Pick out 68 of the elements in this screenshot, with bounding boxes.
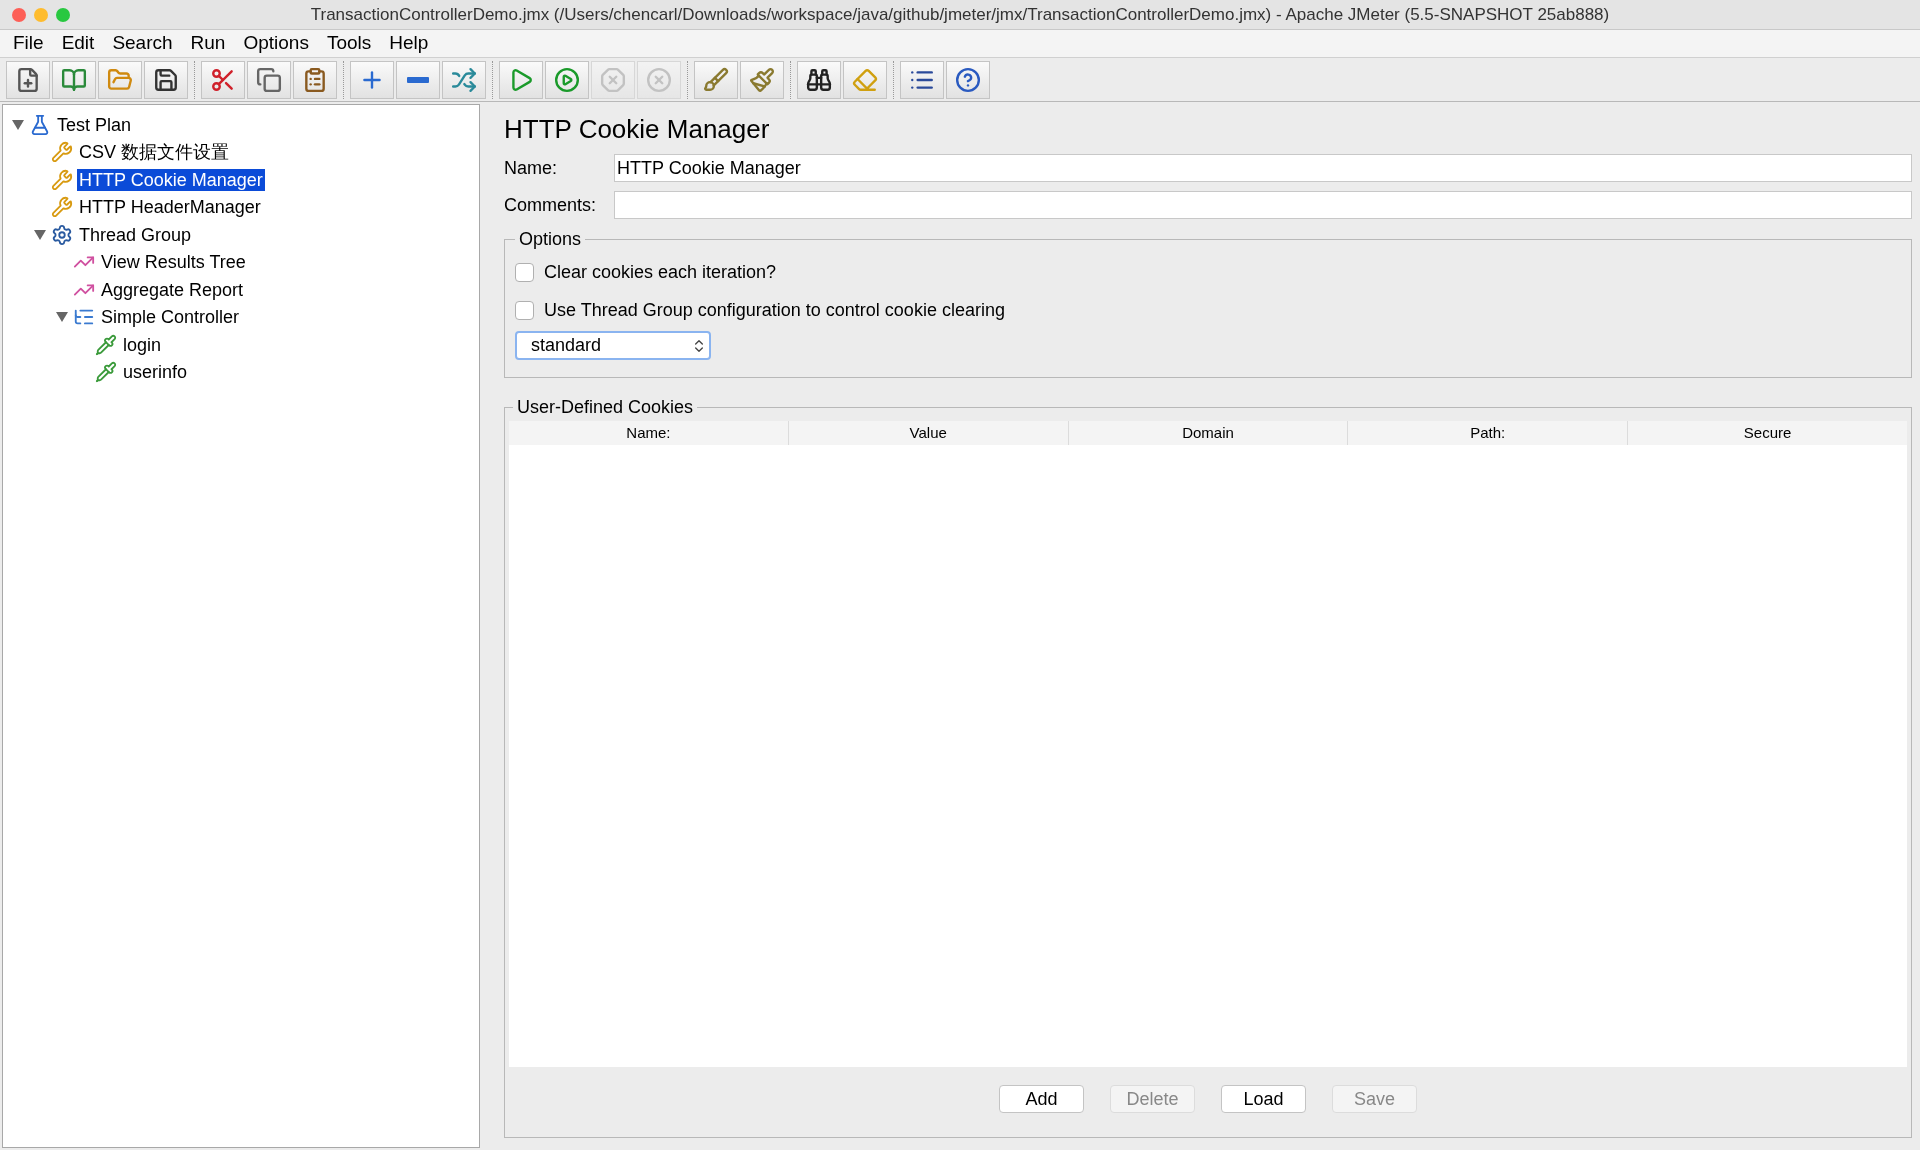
play-circle-icon (554, 66, 580, 93)
action-button[interactable]: Add (999, 1085, 1084, 1113)
field-label: Name: (504, 156, 558, 180)
pipette-icon (95, 333, 117, 356)
tree-item[interactable]: HTTP Cookie Manager (77, 168, 265, 191)
folder-icon (107, 66, 133, 93)
toolbar-button[interactable] (144, 60, 188, 99)
group-title: User-Defined Cookies (516, 396, 695, 419)
wrench-icon (51, 196, 73, 219)
field-label: Comments: (504, 193, 598, 217)
panel-title: HTTP Cookie Manager (504, 114, 771, 144)
paintbrush-icon (749, 66, 775, 93)
help-icon (955, 66, 981, 93)
expander-icon[interactable] (12, 119, 24, 130)
close-circle-icon (646, 66, 672, 93)
tree-item[interactable]: login (121, 333, 164, 356)
policy-select[interactable]: standard (515, 331, 711, 360)
checkbox[interactable] (515, 262, 534, 282)
checkbox[interactable] (515, 300, 534, 320)
column-header[interactable]: Name: (509, 421, 788, 445)
menu-item[interactable]: Help (380, 29, 438, 58)
book-icon (61, 66, 87, 93)
menu-item[interactable]: Options (234, 29, 318, 58)
toolbar-button[interactable] (6, 60, 50, 99)
scissors-icon (210, 66, 236, 93)
tree-item[interactable]: Simple Controller (99, 306, 242, 329)
minus-icon (407, 76, 429, 83)
tree-item[interactable]: Test Plan (55, 113, 134, 136)
menu-item[interactable]: File (4, 29, 53, 58)
wrench-icon (51, 168, 73, 191)
column-header[interactable]: Domain (1067, 421, 1348, 445)
toolbar-button[interactable] (797, 60, 841, 99)
column-header[interactable]: Value (787, 421, 1068, 445)
brush-icon (703, 66, 729, 93)
save-icon (153, 66, 179, 93)
action-button[interactable]: Load (1221, 1085, 1306, 1113)
stop-icon (600, 66, 626, 93)
flask-icon (29, 113, 51, 136)
expander-icon[interactable] (34, 229, 46, 240)
copy-icon (256, 66, 282, 93)
toolbar-button[interactable] (900, 60, 944, 99)
clipboard-icon (302, 66, 328, 93)
binoculars-icon (806, 66, 832, 93)
close-window-button[interactable] (12, 7, 26, 22)
column-header[interactable]: Path: (1347, 421, 1628, 445)
tree-item[interactable]: userinfo (121, 361, 190, 384)
column-header[interactable]: Secure (1627, 421, 1907, 445)
menu-item[interactable]: Search (103, 29, 182, 58)
tree-item[interactable]: View Results Tree (99, 251, 248, 274)
expander-icon[interactable] (56, 312, 68, 323)
name-field[interactable]: HTTP Cookie Manager (614, 154, 1912, 182)
window-title: TransactionControllerDemo.jmx (/Users/chencarl/Downloads/workspace/java/github/jmeter/jmx/TransactionControllerDemo.jmx) - Apache JMeter (5.5-SNAPSHOT 25ab888) (310, 3, 1610, 26)
menu-item[interactable]: Tools (317, 29, 381, 58)
wrench-icon (51, 141, 73, 164)
tree-item[interactable]: Aggregate Report (99, 278, 246, 301)
checkbox-label: Clear cookies each iteration? (544, 260, 777, 284)
pipette-icon (95, 361, 117, 384)
tree-item[interactable]: CSV 数据文件设置 (77, 141, 231, 164)
checkbox-label: Use Thread Group configuration to control cookie clearing (544, 298, 1005, 322)
menu-item[interactable]: Edit (52, 29, 104, 58)
comments-field[interactable] (614, 191, 1912, 219)
gear-icon (51, 223, 73, 246)
tree-item[interactable]: Thread Group (77, 223, 194, 246)
tree-item[interactable]: HTTP HeaderManager (77, 196, 263, 219)
group-title: Options (518, 228, 583, 251)
new-file-icon (15, 66, 41, 93)
menu-item[interactable]: Run (181, 29, 235, 58)
toolbar-button[interactable] (946, 60, 990, 99)
